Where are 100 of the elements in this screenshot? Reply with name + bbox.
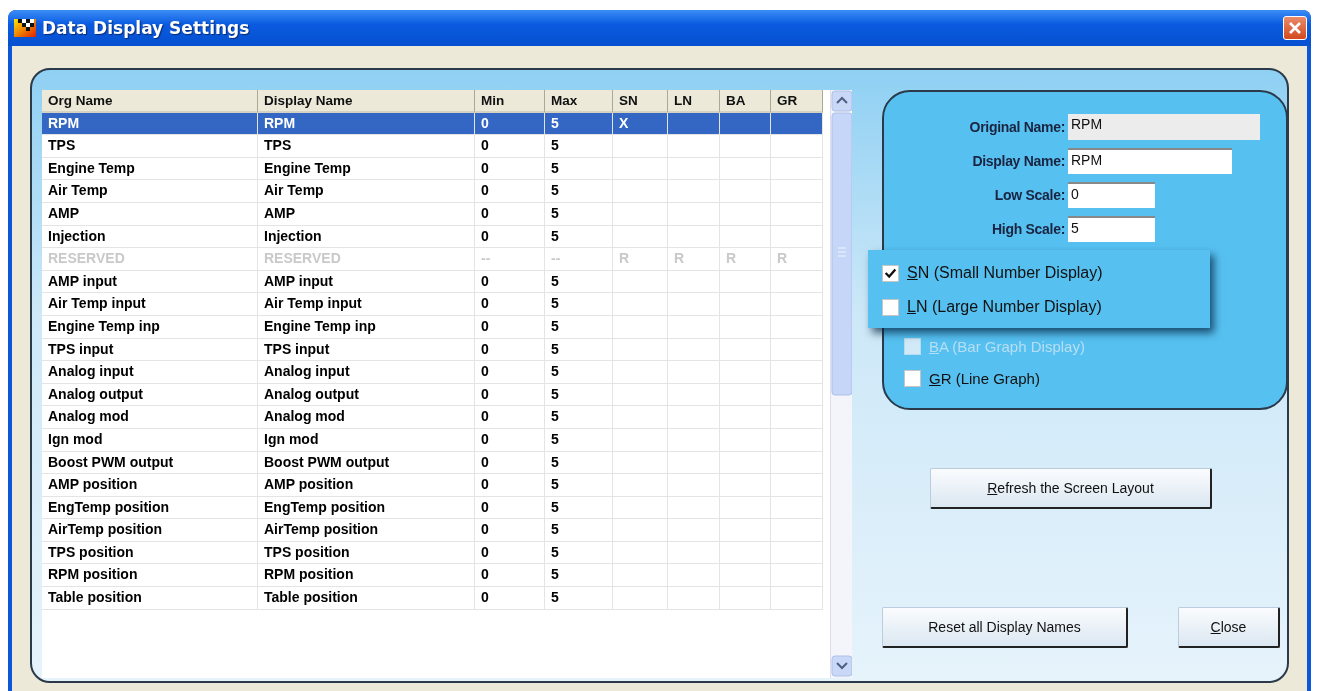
close-dialog-button[interactable]: Close xyxy=(1178,607,1280,648)
checkbox-label[interactable]: SN (Small Number Display) xyxy=(907,264,1103,282)
table-cell xyxy=(613,383,668,407)
table-cell: EngTemp position xyxy=(258,496,475,520)
checkbox-label[interactable]: LN (Large Number Display) xyxy=(907,298,1102,316)
window-title: Data Display Settings xyxy=(42,18,251,38)
table-cell xyxy=(668,587,720,610)
table-cell xyxy=(720,270,771,294)
refresh-button[interactable]: Refresh the Screen Layout xyxy=(930,468,1212,509)
table-cell xyxy=(771,587,823,610)
scrollbar[interactable] xyxy=(830,90,852,678)
table-cell xyxy=(613,587,668,610)
table-cell xyxy=(771,519,823,542)
table-cell xyxy=(771,293,823,316)
table-cell: AMP xyxy=(42,202,258,226)
table-cell xyxy=(668,564,720,588)
table-cell: 0 xyxy=(475,180,545,203)
table-cell xyxy=(771,361,823,384)
checkbox[interactable] xyxy=(904,369,921,387)
table-cell: 5 xyxy=(545,338,613,362)
table-cell: 5 xyxy=(545,361,613,384)
table-cell xyxy=(720,564,771,588)
table-cell xyxy=(720,225,771,249)
table-cell: TPS input xyxy=(42,338,258,362)
checkbox[interactable] xyxy=(882,264,899,282)
column-header[interactable]: GR xyxy=(771,90,823,113)
table-cell xyxy=(720,406,771,429)
checkbox-label[interactable]: GR (Line Graph) xyxy=(929,369,1040,387)
table-cell: 5 xyxy=(545,587,613,610)
column-header[interactable]: Display Name xyxy=(258,90,475,113)
table-cell: -- xyxy=(475,248,545,271)
table-cell: Table position xyxy=(258,587,475,610)
table-cell: EngTemp position xyxy=(42,496,258,520)
table-cell xyxy=(720,587,771,610)
table-cell xyxy=(720,541,771,565)
table-cell xyxy=(771,135,823,158)
table-cell: Injection xyxy=(258,225,475,249)
table-cell: 5 xyxy=(545,451,613,475)
table-cell xyxy=(720,315,771,339)
table-cell: Analog output xyxy=(42,383,258,407)
table-cell xyxy=(668,270,720,294)
table-cell xyxy=(613,338,668,362)
text-field[interactable]: RPM xyxy=(1068,148,1232,174)
table-cell xyxy=(668,293,720,316)
table-cell: Air Temp xyxy=(258,180,475,203)
table-cell: Engine Temp xyxy=(258,157,475,181)
table-cell xyxy=(771,270,823,294)
field-label: Original Name: xyxy=(968,119,1066,135)
table-cell xyxy=(720,202,771,226)
table-cell xyxy=(720,428,771,452)
table-cell xyxy=(668,202,720,226)
table-cell: 0 xyxy=(475,383,545,407)
column-header[interactable]: Max xyxy=(545,90,613,113)
column-header[interactable]: SN xyxy=(613,90,668,113)
table-cell: 0 xyxy=(475,361,545,384)
column-header[interactable]: Min xyxy=(475,90,545,113)
table-cell: TPS position xyxy=(258,541,475,565)
text-field[interactable]: RPM xyxy=(1068,114,1260,140)
table-cell: 5 xyxy=(545,315,613,339)
table-cell: AMP input xyxy=(258,270,475,294)
table-cell xyxy=(613,361,668,384)
table-cell: 5 xyxy=(545,270,613,294)
table-cell xyxy=(613,406,668,429)
table-cell xyxy=(613,180,668,203)
table-cell xyxy=(613,451,668,475)
table-cell: X xyxy=(613,112,668,136)
table-cell: AirTemp position xyxy=(42,519,258,542)
reset-names-button[interactable]: Reset all Display Names xyxy=(882,607,1128,648)
column-header[interactable]: BA xyxy=(720,90,771,113)
table-cell: 0 xyxy=(475,474,545,497)
table-cell xyxy=(771,225,823,249)
table-cell: 0 xyxy=(475,338,545,362)
table-cell: 5 xyxy=(545,428,613,452)
table-cell: 5 xyxy=(545,112,613,136)
text-field[interactable]: 0 xyxy=(1068,182,1155,208)
table-cell: AMP position xyxy=(42,474,258,497)
table-cell xyxy=(720,361,771,384)
checkbox[interactable] xyxy=(882,298,899,316)
table-cell: Analog mod xyxy=(258,406,475,429)
table-cell xyxy=(613,135,668,158)
table-cell xyxy=(771,202,823,226)
table-cell: 5 xyxy=(545,541,613,565)
table-cell: AMP xyxy=(258,202,475,226)
table-cell xyxy=(720,496,771,520)
text-field[interactable]: 5 xyxy=(1068,216,1155,242)
table-cell xyxy=(613,564,668,588)
table-cell xyxy=(668,112,720,136)
table-cell xyxy=(771,451,823,475)
table-cell xyxy=(613,541,668,565)
table-cell xyxy=(613,496,668,520)
table-cell xyxy=(771,541,823,565)
table-cell: RPM xyxy=(258,112,475,136)
column-header[interactable]: Org Name xyxy=(42,90,258,113)
column-header[interactable]: LN xyxy=(668,90,720,113)
table-cell: 5 xyxy=(545,157,613,181)
close-button[interactable] xyxy=(1283,16,1307,40)
table-cell xyxy=(668,541,720,565)
table-cell: Analog mod xyxy=(42,406,258,429)
table-cell: 0 xyxy=(475,202,545,226)
table-cell: AirTemp position xyxy=(258,519,475,542)
